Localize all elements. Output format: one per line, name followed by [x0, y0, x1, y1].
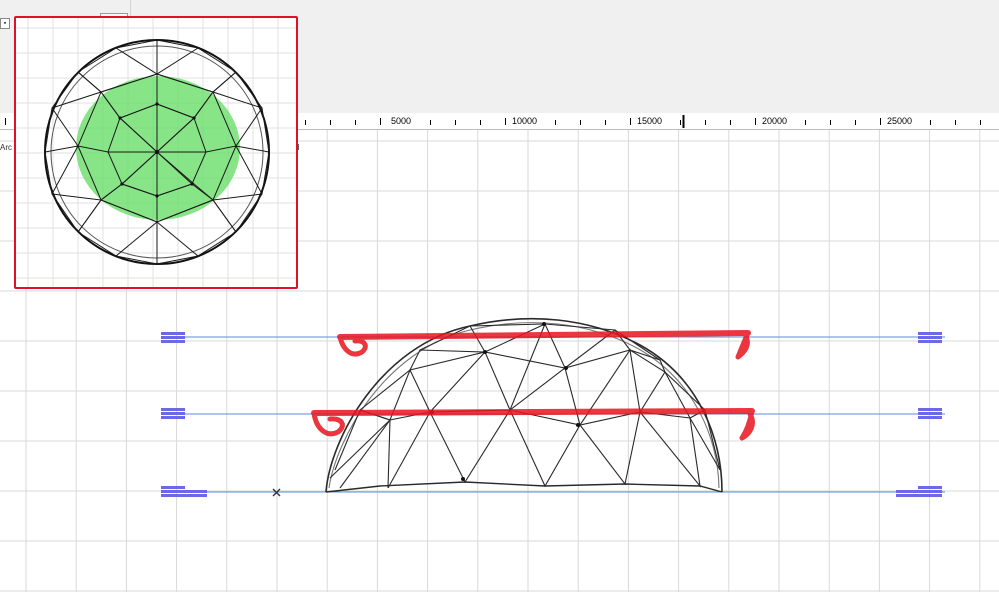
ruler-label-10000: 10000	[511, 116, 539, 126]
side-label-left: Arc	[0, 143, 12, 152]
level-marker-right-bottom	[896, 486, 942, 497]
dome-plan-view	[16, 18, 296, 287]
level-marker-left-bottom	[161, 486, 207, 497]
level-marker-left-mid	[161, 408, 185, 419]
ruler-label-15000: 15000	[636, 116, 664, 126]
level-marker-right-top	[918, 332, 942, 343]
ruler-label-5000: 5000	[390, 116, 413, 126]
ruler-label-25000: 25000	[886, 116, 914, 126]
plan-view-inset[interactable]	[14, 16, 298, 289]
level-marker-right-mid	[918, 408, 942, 419]
ruler-label-20000: 20000	[761, 116, 789, 126]
level-marker-left-top	[161, 332, 185, 343]
geodesic-dome-elevation[interactable]	[325, 317, 723, 493]
toolbar-small-button[interactable]: ▪	[0, 18, 10, 29]
